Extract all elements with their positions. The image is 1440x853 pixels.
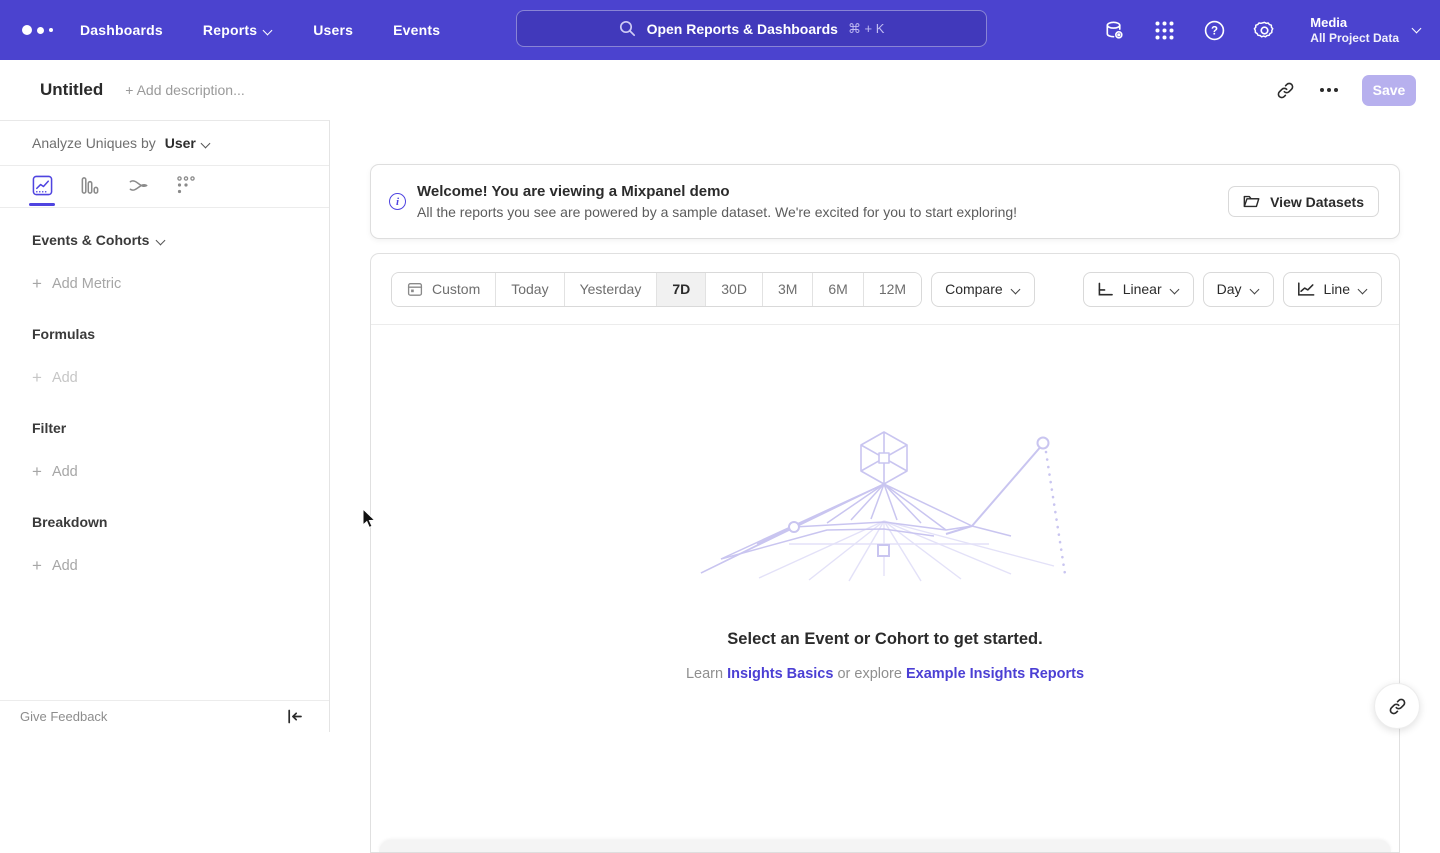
analyze-by-row: Analyze Uniques by User: [0, 121, 329, 166]
share-link-fab[interactable]: [1374, 683, 1420, 729]
plus-icon: +: [32, 371, 42, 385]
add-formula-button[interactable]: + Add: [32, 370, 329, 386]
range-6m[interactable]: 6M: [813, 273, 863, 306]
search-shortcut: ⌘ + K: [848, 21, 885, 37]
empty-state-illustration: [699, 426, 1071, 582]
chevron-down-icon: [1171, 285, 1180, 294]
report-title[interactable]: Untitled: [40, 80, 103, 100]
insights-report-card: Custom Today Yesterday 7D 30D 3M 6M 12M …: [370, 253, 1400, 853]
main-content: i Welcome! You are viewing a Mixpanel de…: [330, 120, 1440, 732]
top-nav: Dashboards Reports Users Events Open Rep…: [0, 0, 1440, 60]
collapse-sidebar-icon[interactable]: [287, 709, 303, 724]
tab-flows[interactable]: [126, 175, 150, 205]
more-options-icon[interactable]: [1318, 79, 1340, 101]
apps-grid-icon[interactable]: [1152, 18, 1176, 42]
empty-state: Select an Event or Cohort to get started…: [371, 326, 1399, 852]
scale-dropdown[interactable]: Linear: [1083, 272, 1194, 307]
chevron-down-icon: [1012, 285, 1021, 294]
chart-type-dropdown[interactable]: Line: [1283, 272, 1382, 307]
range-3m[interactable]: 3M: [763, 273, 813, 306]
tab-retention-grid[interactable]: [174, 175, 198, 205]
mixpanel-logo-icon[interactable]: [22, 25, 68, 35]
demo-welcome-banner: i Welcome! You are viewing a Mixpanel de…: [370, 164, 1400, 239]
chevron-down-icon: [157, 236, 166, 245]
banner-subtitle: All the reports you see are powered by a…: [417, 202, 1017, 223]
plus-icon: +: [32, 559, 42, 573]
global-search-input[interactable]: Open Reports & Dashboards ⌘ + K: [516, 10, 987, 47]
interval-dropdown[interactable]: Day: [1203, 272, 1274, 307]
report-header: Untitled + Add description... Save: [0, 60, 1440, 120]
settings-gear-icon[interactable]: [1252, 18, 1276, 42]
tab-line-chart[interactable]: [30, 175, 54, 205]
collapsed-breakdown-panel[interactable]: [379, 840, 1391, 852]
compare-dropdown[interactable]: Compare: [931, 272, 1035, 307]
banner-title: Welcome! You are viewing a Mixpanel demo: [417, 181, 1017, 202]
add-metric-button[interactable]: + Add Metric: [32, 276, 329, 292]
nav-right-cluster: ? Media All Project Data: [1102, 0, 1422, 60]
nav-item-reports[interactable]: Reports: [203, 14, 273, 46]
chevron-down-icon: [264, 26, 273, 35]
line-chart-icon: [1297, 281, 1315, 297]
plus-icon: +: [32, 465, 42, 479]
give-feedback-link[interactable]: Give Feedback: [20, 709, 107, 724]
range-today[interactable]: Today: [496, 273, 564, 306]
nav-item-dashboards[interactable]: Dashboards: [80, 14, 163, 46]
svg-text:?: ?: [1211, 25, 1218, 37]
range-7d-selected[interactable]: 7D: [657, 273, 706, 306]
help-icon[interactable]: ?: [1202, 18, 1226, 42]
copy-link-icon[interactable]: [1274, 79, 1296, 101]
date-range-picker: Custom Today Yesterday 7D 30D 3M 6M 12M: [391, 272, 922, 307]
axes-icon: [1097, 282, 1114, 297]
calendar-icon: [407, 281, 423, 297]
range-yesterday[interactable]: Yesterday: [565, 273, 658, 306]
search-icon: [619, 20, 637, 38]
chart-controls-row: Custom Today Yesterday 7D 30D 3M 6M 12M …: [371, 254, 1399, 325]
sidebar-footer: Give Feedback: [0, 700, 329, 732]
analyze-value-dropdown[interactable]: User: [165, 135, 196, 151]
empty-state-title: Select an Event or Cohort to get started…: [727, 630, 1042, 649]
plus-icon: +: [32, 277, 42, 291]
folder-icon: [1243, 194, 1261, 209]
visualization-tabs: [0, 166, 329, 208]
range-30d[interactable]: 30D: [706, 273, 763, 306]
project-subtitle: All Project Data: [1310, 31, 1399, 46]
nav-item-users[interactable]: Users: [313, 14, 353, 46]
chevron-down-icon: [1359, 285, 1368, 294]
view-datasets-button[interactable]: View Datasets: [1228, 186, 1379, 217]
add-breakdown-button[interactable]: + Add: [32, 558, 329, 574]
section-filter: Filter: [32, 420, 329, 436]
add-description-field[interactable]: + Add description...: [125, 82, 244, 98]
data-management-icon[interactable]: [1102, 18, 1126, 42]
section-events-cohorts[interactable]: Events & Cohorts: [32, 232, 329, 248]
query-builder-sidebar: Analyze Uniques by User: [0, 120, 330, 732]
insights-basics-link[interactable]: Insights Basics: [727, 666, 833, 682]
add-filter-button[interactable]: + Add: [32, 464, 329, 480]
info-icon: i: [389, 193, 406, 210]
primary-nav: Dashboards Reports Users Events: [80, 14, 480, 46]
empty-state-hint: Learn Insights Basics or explore Example…: [686, 666, 1084, 682]
search-placeholder: Open Reports & Dashboards: [647, 21, 838, 37]
analyze-label: Analyze Uniques by: [32, 135, 156, 151]
chevron-down-icon: [1413, 24, 1422, 33]
chevron-down-icon: [202, 139, 211, 148]
save-button[interactable]: Save: [1362, 75, 1416, 106]
range-12m[interactable]: 12M: [864, 273, 921, 306]
range-custom[interactable]: Custom: [392, 273, 496, 306]
section-breakdown: Breakdown: [32, 514, 329, 530]
example-insights-reports-link[interactable]: Example Insights Reports: [906, 666, 1084, 682]
chevron-down-icon: [1251, 285, 1260, 294]
project-name: Media: [1310, 15, 1399, 31]
section-formulas: Formulas: [32, 326, 329, 342]
tab-bar-chart[interactable]: [78, 175, 102, 205]
project-selector[interactable]: Media All Project Data: [1310, 15, 1422, 46]
nav-item-events[interactable]: Events: [393, 14, 440, 46]
